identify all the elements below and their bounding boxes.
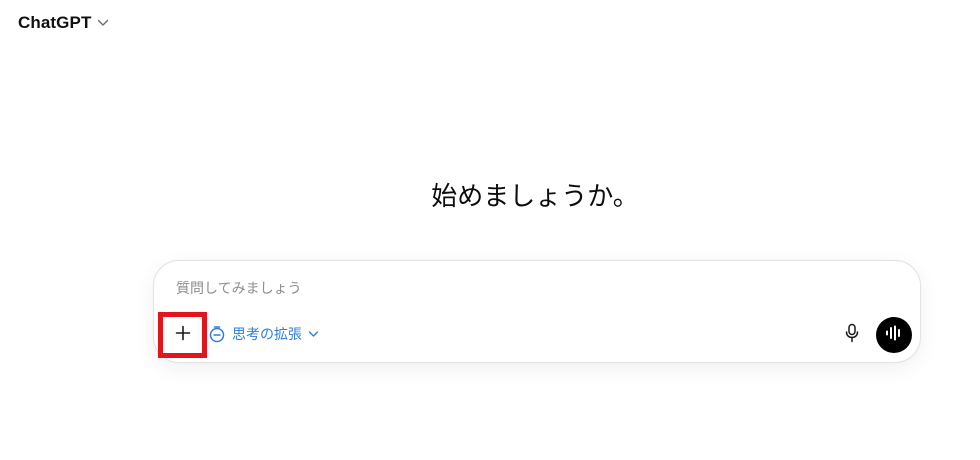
timer-icon bbox=[208, 325, 226, 343]
chevron-down-icon bbox=[308, 330, 319, 338]
voice-mode-waveform-icon bbox=[885, 325, 903, 345]
model-switcher[interactable]: ChatGPT bbox=[18, 10, 109, 36]
plus-icon bbox=[175, 325, 191, 345]
prompt-input[interactable] bbox=[176, 277, 816, 301]
dictate-button[interactable] bbox=[839, 322, 865, 348]
extended-thinking-label: 思考の拡張 bbox=[232, 327, 302, 343]
chevron-down-icon bbox=[97, 19, 109, 27]
model-name: ChatGPT bbox=[18, 13, 92, 32]
chat-page: ChatGPT 始めましょうか。 思考の拡張 bbox=[0, 0, 980, 460]
prompt-composer bbox=[153, 260, 921, 363]
microphone-icon bbox=[844, 323, 860, 347]
greeting-heading: 始めましょうか。 bbox=[431, 182, 639, 212]
attach-button[interactable] bbox=[158, 312, 207, 358]
extended-thinking-button[interactable]: 思考の拡張 bbox=[208, 323, 319, 345]
voice-mode-button[interactable] bbox=[876, 317, 912, 353]
